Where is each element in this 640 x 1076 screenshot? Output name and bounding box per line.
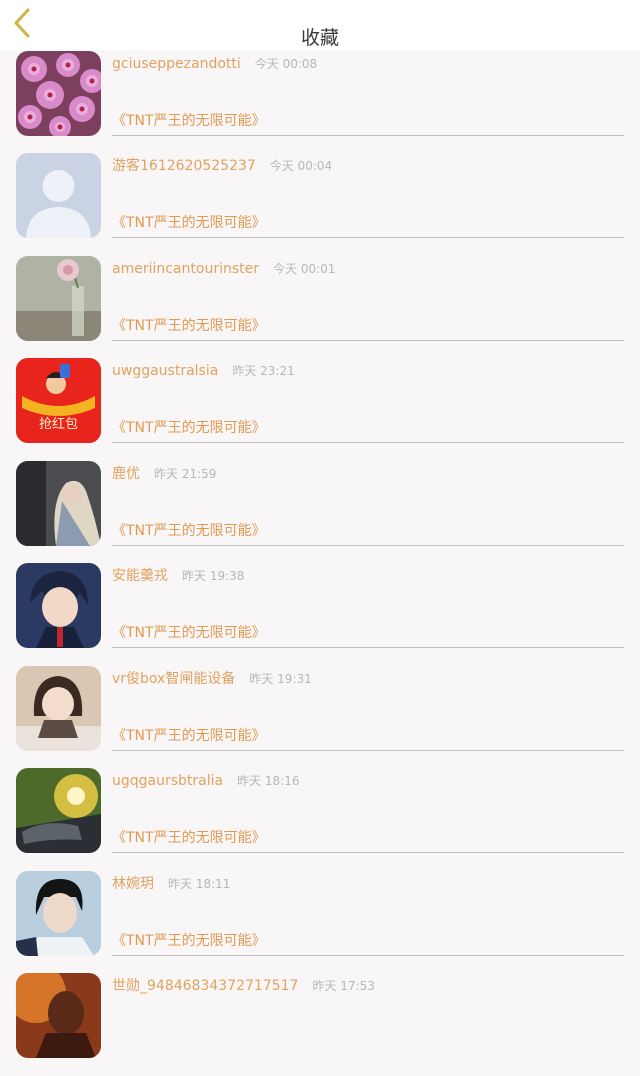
- username[interactable]: 世勋_94846834372717517 昨天 17:53: [112, 976, 375, 996]
- timestamp: 昨天 17:53: [312, 979, 375, 993]
- username[interactable]: ugqgaursbtralia 昨天 18:16: [112, 771, 300, 791]
- avatar[interactable]: [16, 563, 101, 648]
- username[interactable]: gciuseppezandotti 今天 00:08: [112, 54, 317, 74]
- novel-title[interactable]: 《TNT严王的无限可能》: [112, 931, 266, 951]
- avatar[interactable]: [16, 153, 101, 238]
- username-text[interactable]: gciuseppezandotti: [112, 56, 241, 72]
- favorite-item[interactable]: vr俊box智闸能设备 昨天 19:31 《TNT严王的无限可能》: [0, 666, 640, 769]
- timestamp: 今天 00:01: [273, 262, 336, 276]
- divider: [112, 135, 624, 136]
- username-text[interactable]: ameriincantourinster: [112, 261, 259, 277]
- avatar[interactable]: [16, 973, 101, 1058]
- favorite-item[interactable]: ugqgaursbtralia 昨天 18:16 《TNT严王的无限可能》: [0, 768, 640, 871]
- divider: [112, 545, 624, 546]
- timestamp: 昨天 18:11: [168, 877, 231, 891]
- username[interactable]: 鹿优 昨天 21:59: [112, 464, 216, 484]
- novel-title[interactable]: 《TNT严王的无限可能》: [112, 623, 266, 643]
- novel-title[interactable]: 《TNT严王的无限可能》: [112, 316, 266, 336]
- favorite-item[interactable]: 抢红包 uwggaustralsia 昨天 23:21 《TNT严王的无限可能》: [0, 358, 640, 461]
- header-bar: 收藏: [0, 0, 640, 50]
- divider: [112, 442, 624, 443]
- username[interactable]: ameriincantourinster 今天 00:01: [112, 259, 335, 279]
- username-text[interactable]: 安能羹戎: [112, 568, 168, 584]
- divider: [112, 237, 624, 238]
- timestamp: 昨天 18:16: [237, 774, 300, 788]
- red-envelope-label: 抢红包: [38, 417, 78, 432]
- username-text[interactable]: ugqgaursbtralia: [112, 773, 223, 789]
- timestamp: 昨天 23:21: [232, 364, 295, 378]
- username-text[interactable]: vr俊box智闸能设备: [112, 671, 235, 687]
- divider: [112, 852, 624, 853]
- avatar[interactable]: [16, 256, 101, 341]
- username[interactable]: 游客1612620525237 今天 00:04: [112, 156, 332, 176]
- favorite-item[interactable]: 安能羹戎 昨天 19:38 《TNT严王的无限可能》: [0, 563, 640, 666]
- timestamp: 昨天 19:31: [249, 672, 312, 686]
- page-title: 收藏: [300, 27, 339, 49]
- divider: [112, 340, 624, 341]
- avatar[interactable]: [16, 666, 101, 751]
- favorite-item[interactable]: 鹿优 昨天 21:59 《TNT严王的无限可能》: [0, 461, 640, 564]
- username[interactable]: 安能羹戎 昨天 19:38: [112, 566, 244, 586]
- favorite-item[interactable]: ameriincantourinster 今天 00:01 《TNT严王的无限可能…: [0, 256, 640, 359]
- avatar[interactable]: [16, 768, 101, 853]
- username[interactable]: vr俊box智闸能设备 昨天 19:31: [112, 669, 312, 689]
- divider: [112, 647, 624, 648]
- avatar[interactable]: [16, 461, 101, 546]
- username-text[interactable]: 鹿优: [112, 466, 140, 482]
- divider: [112, 955, 624, 956]
- favorite-item[interactable]: 林婉玥 昨天 18:11 《TNT严王的无限可能》: [0, 871, 640, 974]
- avatar[interactable]: 抢红包: [16, 358, 101, 443]
- novel-title[interactable]: 《TNT严王的无限可能》: [112, 418, 266, 438]
- favorite-item[interactable]: 游客1612620525237 今天 00:04 《TNT严王的无限可能》: [0, 153, 640, 256]
- divider: [112, 750, 624, 751]
- favorite-item[interactable]: gciuseppezandotti 今天 00:08 《TNT严王的无限可能》: [0, 51, 640, 154]
- username-text[interactable]: 游客1612620525237: [112, 158, 256, 174]
- username-text[interactable]: uwggaustralsia: [112, 363, 218, 379]
- username-text[interactable]: 世勋_94846834372717517: [112, 978, 298, 994]
- novel-title[interactable]: 《TNT严王的无限可能》: [112, 521, 266, 541]
- novel-title[interactable]: 《TNT严王的无限可能》: [112, 726, 266, 746]
- avatar[interactable]: [16, 871, 101, 956]
- timestamp: 昨天 19:38: [182, 569, 245, 583]
- timestamp: 今天 00:08: [254, 57, 318, 71]
- novel-title[interactable]: 《TNT严王的无限可能》: [112, 213, 266, 233]
- novel-title[interactable]: 《TNT严王的无限可能》: [112, 828, 266, 848]
- username[interactable]: 林婉玥 昨天 18:11: [112, 874, 230, 894]
- favorite-item[interactable]: 世勋_94846834372717517 昨天 17:53: [0, 973, 640, 1076]
- timestamp: 昨天 21:59: [154, 467, 217, 481]
- username-text[interactable]: 林婉玥: [112, 876, 154, 892]
- username[interactable]: uwggaustralsia 昨天 23:21: [112, 361, 295, 381]
- novel-title[interactable]: 《TNT严王的无限可能》: [112, 111, 266, 131]
- timestamp: 今天 00:04: [269, 159, 333, 173]
- avatar[interactable]: [16, 51, 101, 136]
